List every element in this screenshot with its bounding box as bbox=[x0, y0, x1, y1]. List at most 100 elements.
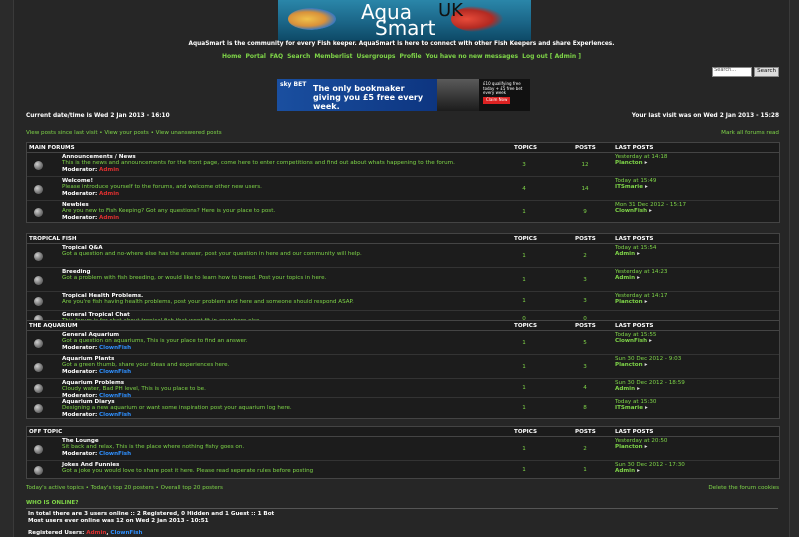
main-nav: Home Portal FAQ Search Memberlist Usergroups P… bbox=[14, 53, 789, 61]
forum-status-icon bbox=[34, 184, 43, 194]
nav-link[interactable]: FAQ bbox=[270, 53, 283, 60]
moderator-name[interactable]: Admin bbox=[99, 191, 119, 197]
registered-user[interactable]: Admin bbox=[86, 530, 106, 536]
go-to-post-icon[interactable]: ▸ bbox=[649, 338, 652, 344]
last-post-user[interactable]: Admin bbox=[615, 386, 635, 392]
forum-row: Newbies Are you new to Fish Keeping? Got … bbox=[27, 201, 779, 222]
topic-count: 1 bbox=[522, 252, 526, 259]
moderator-name[interactable]: ClownFish bbox=[99, 369, 131, 375]
category-header: OFF TOPIC TOPICS POSTS LAST POSTS bbox=[27, 427, 779, 437]
go-to-post-icon[interactable]: ▸ bbox=[645, 160, 648, 166]
last-post-user[interactable]: ClownFish bbox=[615, 338, 647, 344]
moderator-name[interactable]: Admin bbox=[99, 215, 119, 221]
who-is-online-title: WHO IS ONLINE? bbox=[26, 500, 79, 506]
forum-status-icon bbox=[34, 160, 43, 170]
ad-image bbox=[437, 79, 479, 111]
forum-row: Aquarium Problems Cloudy water, Bad PH le… bbox=[27, 379, 779, 399]
divider bbox=[26, 508, 778, 509]
ad-banner[interactable]: sky BET The only bookmaker giving you £5… bbox=[277, 79, 530, 111]
moderator-label: Moderator: bbox=[62, 368, 98, 375]
forum-row: General Aquarium Got a question on aquari… bbox=[27, 331, 779, 355]
online-stats: In total there are 3 users online :: 2 R… bbox=[28, 511, 275, 517]
footer-links[interactable]: Today's active topics • Today's top 20 p… bbox=[26, 485, 223, 491]
delete-cookies-link[interactable]: Delete the forum cookies bbox=[708, 485, 779, 491]
nav-link[interactable]: Home bbox=[222, 53, 241, 60]
last-post-user[interactable]: ITSmarie bbox=[615, 405, 643, 411]
go-to-post-icon[interactable]: ▸ bbox=[649, 208, 652, 214]
forum-category: OFF TOPIC TOPICS POSTS LAST POSTS The Lounge… bbox=[26, 426, 780, 479]
go-to-post-icon[interactable]: ▸ bbox=[637, 251, 640, 257]
forum-status-icon bbox=[34, 251, 43, 261]
category-title[interactable]: TROPICAL FISH bbox=[29, 236, 77, 242]
go-to-post-icon[interactable]: ▸ bbox=[637, 468, 640, 474]
ad-cta-button[interactable]: Claim Now bbox=[483, 97, 511, 104]
column-last-posts: LAST POSTS bbox=[615, 323, 654, 329]
ad-headline: The only bookmaker giving you £5 free ev… bbox=[313, 84, 424, 111]
post-count: 5 bbox=[583, 339, 587, 346]
post-count: 2 bbox=[583, 252, 587, 259]
go-to-post-icon[interactable]: ▸ bbox=[637, 275, 640, 281]
moderator-name[interactable]: ClownFish bbox=[99, 345, 131, 351]
last-post-user[interactable]: Admin bbox=[615, 275, 635, 281]
column-posts: POSTS bbox=[575, 429, 596, 435]
nav-link[interactable]: Usergroups bbox=[356, 53, 395, 60]
column-last-posts: LAST POSTS bbox=[615, 236, 654, 242]
fish-image bbox=[288, 8, 336, 30]
last-post-user[interactable]: Admin bbox=[615, 468, 635, 474]
go-to-post-icon[interactable]: ▸ bbox=[645, 405, 648, 411]
go-to-post-icon[interactable]: ▸ bbox=[645, 299, 648, 305]
last-post-user[interactable]: ITSmarie bbox=[615, 184, 643, 190]
forum-row: Aquarium Plants Got a green thumb, share … bbox=[27, 355, 779, 379]
column-topics: TOPICS bbox=[514, 145, 537, 151]
last-post-user[interactable]: ClownFish bbox=[615, 208, 647, 214]
moderator-label: Moderator: bbox=[62, 411, 98, 418]
post-count: 1 bbox=[583, 466, 587, 473]
nav-link[interactable]: Search bbox=[287, 53, 310, 60]
last-post-user[interactable]: Plancton bbox=[615, 362, 643, 368]
mark-forums-read-link[interactable]: Mark all forums read bbox=[721, 130, 779, 136]
column-posts: POSTS bbox=[575, 145, 596, 151]
last-post-user[interactable]: Admin bbox=[615, 251, 635, 257]
go-to-post-icon[interactable]: ▸ bbox=[645, 362, 648, 368]
topic-count: 1 bbox=[522, 363, 526, 370]
post-count: 3 bbox=[583, 363, 587, 370]
column-topics: TOPICS bbox=[514, 236, 537, 242]
search-input[interactable]: Search... bbox=[712, 67, 753, 77]
ad-brand: sky BET bbox=[280, 81, 307, 88]
nav-link[interactable]: Log out [ Admin ] bbox=[522, 53, 581, 60]
search-button[interactable]: Search bbox=[754, 67, 779, 77]
category-title[interactable]: MAIN FORUMS bbox=[29, 145, 75, 151]
moderator-label: Moderator: bbox=[62, 214, 98, 221]
go-to-post-icon[interactable]: ▸ bbox=[637, 386, 640, 392]
column-posts: POSTS bbox=[575, 236, 596, 242]
nav-link[interactable]: Portal bbox=[245, 53, 265, 60]
logo-text-smart: Smart bbox=[375, 16, 436, 40]
category-title[interactable]: OFF TOPIC bbox=[29, 429, 62, 435]
view-posts-links[interactable]: View posts since last visit • View your … bbox=[26, 130, 222, 136]
nav-link[interactable]: Memberlist bbox=[314, 53, 352, 60]
nav-link[interactable]: Profile bbox=[399, 53, 421, 60]
moderator-name[interactable]: Admin bbox=[99, 167, 119, 173]
last-post-user[interactable]: Plancton bbox=[615, 444, 643, 450]
topic-count: 1 bbox=[522, 298, 526, 304]
go-to-post-icon[interactable]: ▸ bbox=[645, 184, 648, 190]
category-title[interactable]: THE AQUARIUM bbox=[29, 323, 78, 329]
current-datetime: Current date/time is Wed 2 Jan 2013 - 16… bbox=[26, 113, 170, 119]
moderator-label: Moderator: bbox=[62, 190, 98, 197]
site-logo[interactable]: Aqua UK Smart bbox=[278, 0, 531, 41]
record-stats: Most users ever online was 12 on Wed 2 J… bbox=[28, 518, 209, 524]
moderator-name[interactable]: ClownFish bbox=[99, 412, 131, 418]
category-header: TROPICAL FISH TOPICS POSTS LAST POSTS bbox=[27, 234, 779, 244]
search-box: Search... Search bbox=[712, 67, 779, 77]
last-post-user[interactable]: Plancton bbox=[615, 160, 643, 166]
go-to-post-icon[interactable]: ▸ bbox=[645, 444, 648, 450]
last-post-user[interactable]: Plancton bbox=[615, 299, 643, 305]
topic-count: 1 bbox=[522, 339, 526, 346]
forum-status-icon bbox=[34, 297, 43, 306]
forum-description: This is the news and announcements for t… bbox=[62, 160, 455, 167]
forum-row: The Lounge Sit back and relax, This is th… bbox=[27, 437, 779, 461]
forum-status-icon bbox=[34, 362, 43, 372]
registered-user[interactable]: ClownFish bbox=[110, 530, 142, 536]
nav-link[interactable]: You have no new messages bbox=[426, 53, 519, 60]
moderator-name[interactable]: ClownFish bbox=[99, 451, 131, 457]
